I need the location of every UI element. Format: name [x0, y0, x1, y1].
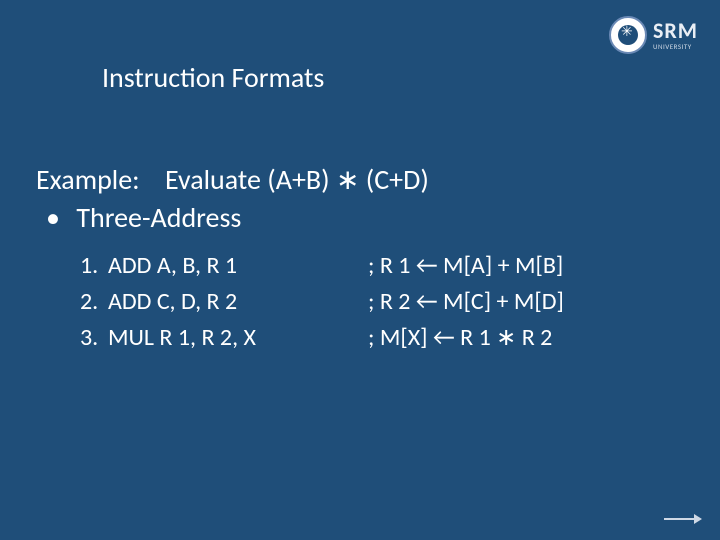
- instruction: ADD C, D, R 2: [108, 284, 368, 320]
- comment: ; R 1 ← M[A] + M[B]: [368, 248, 563, 284]
- logo-subtitle: UNIVERSITY: [653, 43, 698, 50]
- logo-seal-icon: [609, 16, 647, 54]
- example-expression: Evaluate (A+B) ∗ (C+D): [165, 162, 429, 197]
- logo-main-text: SRM: [653, 20, 698, 42]
- subtopic-label: Three-Address: [76, 200, 241, 235]
- logo-seal-inner-icon: [618, 25, 638, 45]
- code-line: 2. ADD C, D, R 2 ; R 2 ← M[C] + M[D]: [80, 284, 564, 320]
- subtopic-row: • Three-Address: [36, 200, 241, 235]
- instruction: ADD A, B, R 1: [108, 248, 368, 284]
- example-line: Example: Evaluate (A+B) ∗ (C+D): [36, 162, 429, 197]
- code-line: 3. MUL R 1, R 2, X ; M[X] ← R 1 ∗ R 2: [80, 320, 564, 356]
- bullet-icon: •: [36, 200, 70, 235]
- instruction: MUL R 1, R 2, X: [108, 320, 368, 356]
- comment: ; M[X] ← R 1 ∗ R 2: [368, 320, 552, 356]
- line-number: 1.: [80, 248, 108, 284]
- brand-logo: SRM UNIVERSITY: [609, 16, 698, 54]
- comment: ; R 2 ← M[C] + M[D]: [368, 284, 564, 320]
- code-block: 1. ADD A, B, R 1 ; R 1 ← M[A] + M[B] 2. …: [80, 248, 564, 356]
- line-number: 3.: [80, 320, 108, 356]
- line-number: 2.: [80, 284, 108, 320]
- logo-text: SRM UNIVERSITY: [653, 20, 698, 50]
- slide-title: Instruction Formats: [102, 60, 324, 95]
- example-label: Example:: [36, 162, 140, 197]
- next-arrow-icon[interactable]: [664, 512, 702, 526]
- code-line: 1. ADD A, B, R 1 ; R 1 ← M[A] + M[B]: [80, 248, 564, 284]
